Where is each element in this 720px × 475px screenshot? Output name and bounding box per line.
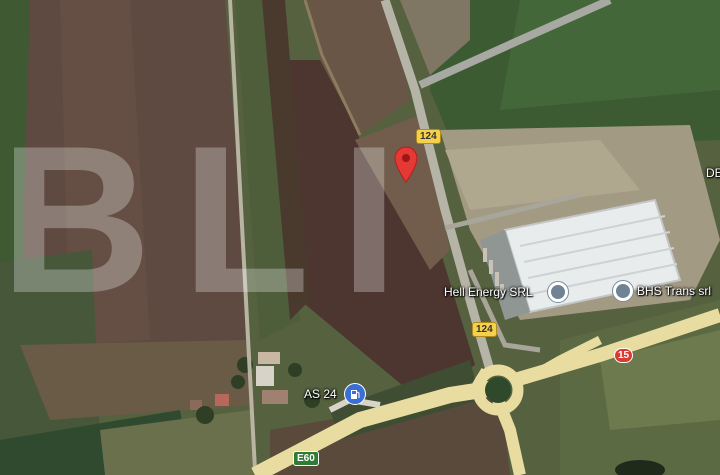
poi-marker-bhs-trans-icon[interactable] — [612, 280, 634, 302]
road-shield-15: 15 — [614, 348, 634, 363]
poi-marker-hell-energy-icon[interactable] — [547, 281, 569, 303]
location-pin-icon[interactable] — [393, 145, 419, 183]
road-shield-124-top: 124 — [416, 129, 441, 144]
road-shield-e60: E60 — [293, 451, 319, 466]
poi-label-partial[interactable]: DE — [706, 166, 720, 180]
poi-label-hell-energy[interactable]: Hell Energy SRL — [444, 285, 533, 299]
satellite-map[interactable]: BLI 124 124 15 E60 Hell Energy SRL BHS T… — [0, 0, 720, 475]
gas-station-icon[interactable] — [344, 383, 366, 405]
watermark: BLI — [0, 102, 429, 337]
road-shield-124-bottom: 124 — [472, 322, 497, 337]
poi-label-bhs-trans[interactable]: BHS Trans srl — [637, 284, 711, 298]
poi-label-as24[interactable]: AS 24 — [304, 387, 337, 401]
